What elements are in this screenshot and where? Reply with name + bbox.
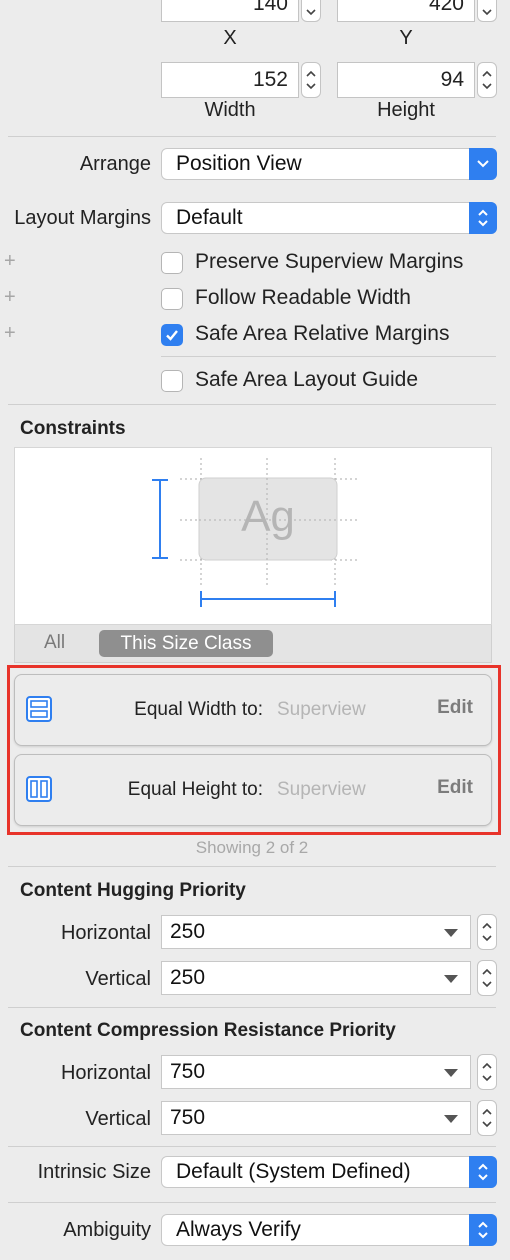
hugging-horizontal-label: Horizontal [60,922,151,944]
x-field[interactable]: 140 [161,0,299,22]
showing-count: Showing 2 of 2 [195,838,309,857]
width-stepper[interactable] [301,62,321,98]
compression-horizontal-label: Horizontal [60,1062,151,1084]
layout-margins-popup[interactable]: Default [161,202,497,234]
safe-area-layout-guide-checkbox[interactable] [161,370,183,392]
hugging-vertical-value: 250 [170,966,206,989]
y-stepper[interactable] [477,0,497,22]
arrange-value: Position View [176,152,302,175]
compression-vertical-stepper[interactable] [477,1100,497,1136]
tab-this-size-class[interactable]: This Size Class [99,630,273,657]
preserve-superview-margins-checkbox[interactable] [161,252,183,274]
divider [8,136,496,137]
y-field[interactable]: 420 [337,0,475,22]
hugging-vertical-stepper[interactable] [477,960,497,996]
divider [8,1007,496,1008]
ambiguity-label: Ambiguity [63,1219,151,1241]
compression-horizontal-value: 750 [170,1060,206,1083]
divider [8,1202,496,1203]
arrange-popup[interactable]: Position View [161,148,497,180]
divider [8,1146,496,1147]
hugging-horizontal-stepper[interactable] [477,914,497,950]
height-caption: Height [377,99,435,121]
safe-area-relative-margins-label: Safe Area Relative Margins [195,322,450,345]
constraints-tab-bar: All This Size Class [14,625,492,663]
up-down-chevron-icon [469,1156,497,1188]
hugging-horizontal-combo[interactable]: 250 [161,915,471,949]
dropdown-triangle-icon [444,1069,458,1077]
highlight-box [7,665,501,835]
layout-margins-value: Default [176,206,243,229]
chevron-down-icon [469,148,497,180]
safe-area-relative-margins-checkbox[interactable] [161,324,183,346]
divider [8,866,496,867]
divider [161,356,496,357]
hugging-horizontal-value: 250 [170,920,206,943]
intrinsic-size-popup[interactable]: Default (System Defined) [161,1156,497,1188]
safe-area-layout-guide-label: Safe Area Layout Guide [195,368,418,391]
width-caption: Width [204,99,256,121]
ambiguity-popup[interactable]: Always Verify [161,1214,497,1246]
checkmark-icon [166,330,178,341]
x-stepper[interactable] [301,0,321,22]
intrinsic-size-value: Default (System Defined) [176,1160,411,1183]
up-down-chevron-icon [469,202,497,234]
constraints-preview: Ag [14,447,492,625]
intrinsic-size-label: Intrinsic Size [37,1161,151,1183]
compression-vertical-value: 750 [170,1106,206,1129]
dropdown-triangle-icon [444,975,458,983]
compression-title: Content Compression Resistance Priority [20,1020,396,1041]
divider [8,404,496,405]
plus-icon[interactable]: + [4,322,16,345]
constraints-title: Constraints [20,418,126,439]
layout-margins-label: Layout Margins [14,207,151,229]
follow-readable-width-label: Follow Readable Width [195,286,411,309]
dropdown-triangle-icon [444,929,458,937]
preview-text: Ag [241,492,295,541]
hugging-title: Content Hugging Priority [20,880,246,901]
y-caption: Y [399,27,413,49]
compression-vertical-label: Vertical [85,1108,151,1130]
compression-horizontal-stepper[interactable] [477,1054,497,1090]
compression-horizontal-combo[interactable]: 750 [161,1055,471,1089]
hugging-vertical-combo[interactable]: 250 [161,961,471,995]
x-caption: X [223,27,237,49]
width-field[interactable]: 152 [161,62,299,98]
follow-readable-width-checkbox[interactable] [161,288,183,310]
ambiguity-value: Always Verify [176,1218,301,1241]
height-stepper[interactable] [477,62,497,98]
hugging-vertical-label: Vertical [85,968,151,990]
tab-all[interactable]: All [44,632,65,654]
preserve-superview-margins-label: Preserve Superview Margins [195,250,464,273]
plus-icon[interactable]: + [4,286,16,309]
arrange-label: Arrange [79,153,151,175]
up-down-chevron-icon [469,1214,497,1246]
compression-vertical-combo[interactable]: 750 [161,1101,471,1135]
plus-icon[interactable]: + [4,250,16,273]
height-field[interactable]: 94 [337,62,475,98]
dropdown-triangle-icon [444,1115,458,1123]
